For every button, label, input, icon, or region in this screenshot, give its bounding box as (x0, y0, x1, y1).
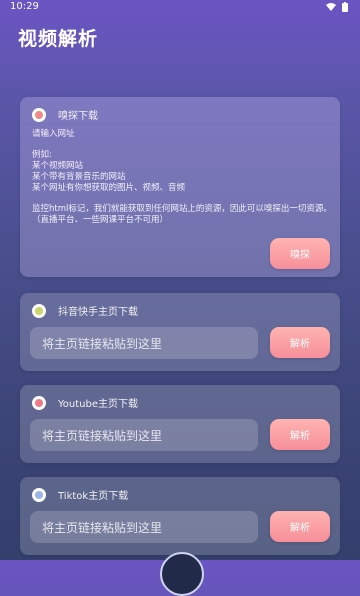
youtube-title: Youtube主页下载 (58, 399, 138, 410)
sniff-example-item: 某个视频网站 (32, 161, 84, 171)
tiktok-icon (32, 487, 46, 502)
sniff-body: 请输入网址 例如: 某个视频网站 某个带有背景音乐的网站 某个网址有你想获取的图… (32, 129, 332, 226)
status-bar: 10:29 (0, 0, 360, 16)
battery-icon (342, 2, 348, 12)
tiktok-parse-button[interactable]: 解析 (270, 511, 330, 542)
sniff-description: 监控html标记，我们就能获取到任何网站上的资源，因此可以嗅探出一切资源。（直播… (32, 204, 332, 225)
status-time: 10:29 (10, 1, 39, 12)
douyin-title: 抖音快手主页下载 (58, 307, 138, 318)
sniff-button[interactable]: 嗅探 (270, 238, 330, 269)
youtube-icon (32, 395, 46, 410)
sniff-title: 嗅探下载 (58, 111, 98, 122)
tiktok-header: Tiktok主页下载 (32, 487, 128, 502)
youtube-parse-button[interactable]: 解析 (270, 419, 330, 450)
wifi-icon (326, 3, 336, 11)
status-icons (326, 2, 348, 12)
sniff-icon (32, 107, 46, 122)
sniff-example-item: 某个网址有你想获取的图片、视频、音频 (32, 183, 186, 193)
youtube-card: Youtube主页下载 将主页链接粘贴到这里 解析 (20, 385, 340, 463)
douyin-url-input[interactable]: 将主页链接粘贴到这里 (30, 327, 258, 359)
tiktok-title: Tiktok主页下载 (58, 491, 129, 502)
sniff-example-title: 例如: (32, 150, 52, 160)
youtube-header: Youtube主页下载 (32, 395, 138, 410)
sniff-example-item: 某个带有背景音乐的网站 (32, 172, 126, 182)
tiktok-card: Tiktok主页下载 将主页链接粘贴到这里 解析 (20, 477, 340, 555)
page-title: 视频解析 (18, 28, 99, 50)
douyin-icon (32, 303, 46, 318)
douyin-card: 抖音快手主页下载 将主页链接粘贴到这里 解析 (20, 293, 340, 371)
youtube-url-input[interactable]: 将主页链接粘贴到这里 (30, 419, 258, 451)
douyin-header: 抖音快手主页下载 (32, 303, 138, 318)
sniff-card: 嗅探下载 请输入网址 例如: 某个视频网站 某个带有背景音乐的网站 某个网址有你… (20, 97, 340, 277)
sniff-header: 嗅探下载 (32, 107, 98, 122)
douyin-parse-button[interactable]: 解析 (270, 327, 330, 358)
sniff-prompt: 请输入网址 (32, 129, 75, 139)
floating-action-button[interactable] (160, 552, 204, 596)
tiktok-url-input[interactable]: 将主页链接粘贴到这里 (30, 511, 258, 543)
